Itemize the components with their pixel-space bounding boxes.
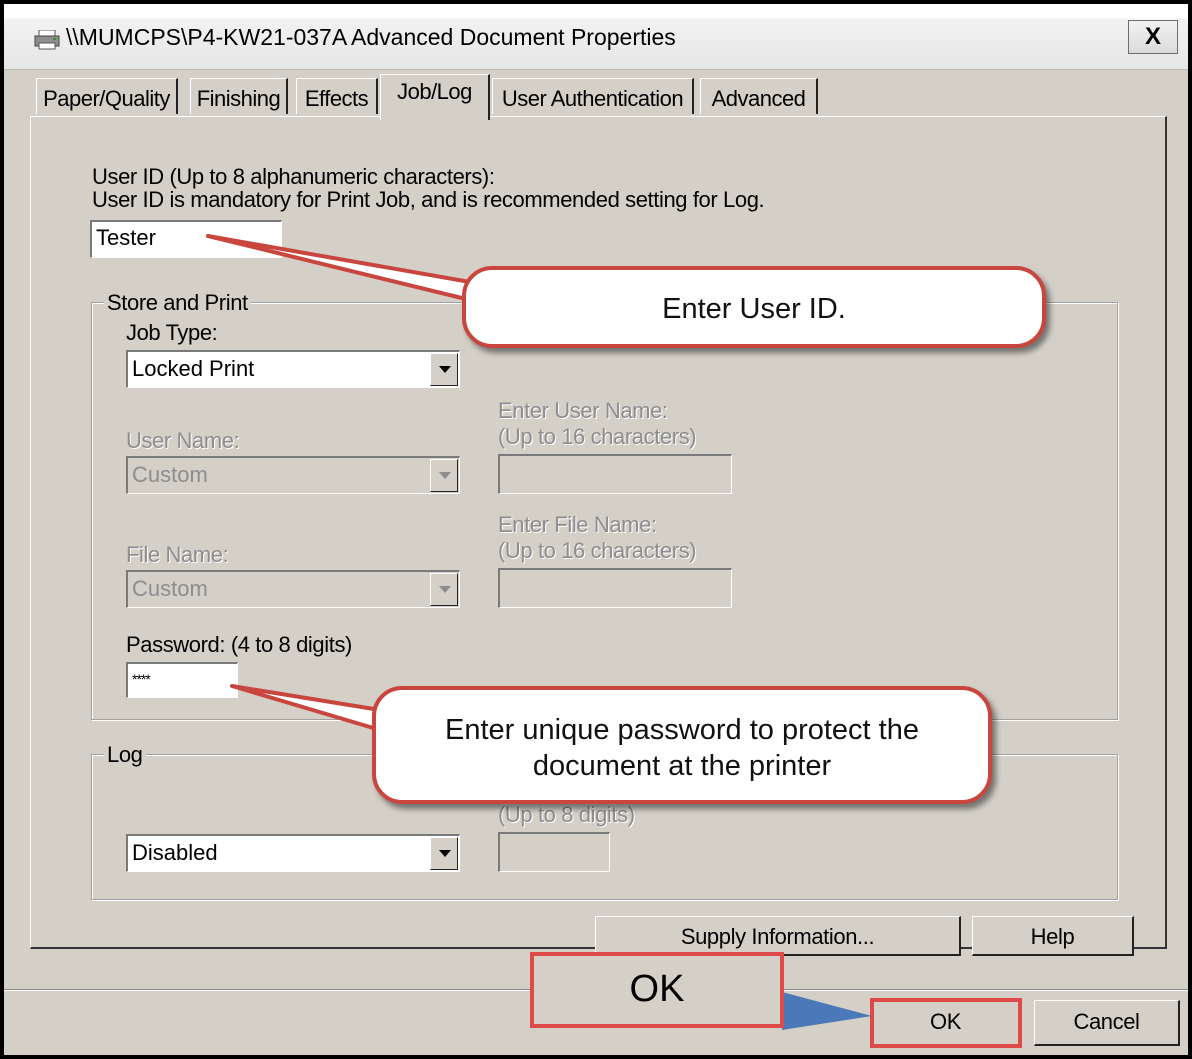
password-callout-line2: document at the printer [532,750,832,782]
user-id-callout: Enter User ID. [462,266,1046,348]
password-callout: Enter unique password to protect the doc… [372,686,992,804]
ok-callout: OK [530,952,784,1028]
password-callout-line1: Enter unique password to protect the [445,714,919,746]
annotation-arrows [206,234,872,1030]
